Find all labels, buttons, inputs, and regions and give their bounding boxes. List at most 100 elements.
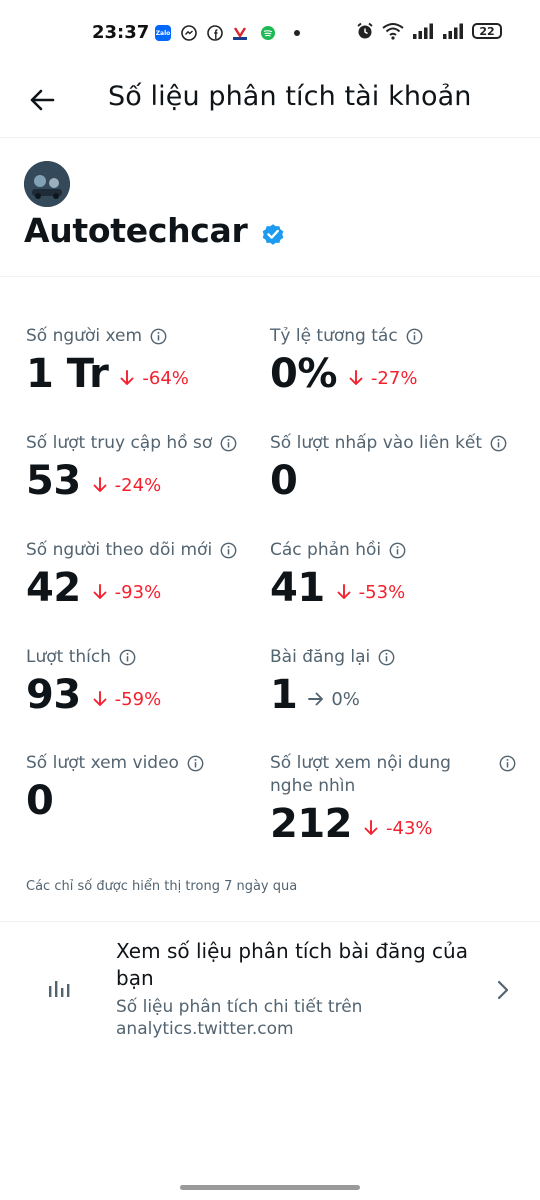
metric-value: 93	[26, 672, 81, 718]
verified-badge-icon	[262, 224, 284, 245]
arrow-down-icon	[93, 584, 107, 599]
metric-change: -59%	[91, 688, 162, 710]
metric-change: -93%	[91, 581, 162, 603]
info-icon[interactable]	[187, 755, 204, 772]
metric-label: Số người theo dõi mới	[26, 539, 266, 562]
arrow-down-icon	[93, 477, 107, 492]
arrow-right-icon	[308, 692, 324, 706]
metric-label: Số lượt truy cập hồ sơ	[26, 432, 266, 455]
metric-change-text: -43%	[386, 817, 433, 839]
arrow-down-icon	[337, 584, 351, 599]
page-header: Số liệu phân tích tài khoản	[0, 68, 540, 138]
arrow-down-icon	[364, 820, 378, 835]
info-icon[interactable]	[220, 435, 237, 452]
info-icon[interactable]	[406, 328, 423, 345]
info-icon[interactable]	[378, 649, 395, 666]
spotify-icon	[261, 26, 275, 40]
zalo-icon: Zalo	[155, 25, 171, 41]
info-icon[interactable]	[220, 542, 237, 559]
info-icon[interactable]	[490, 435, 507, 452]
chevron-right-icon	[497, 980, 509, 1000]
status-right-icons: 22	[356, 22, 502, 40]
account-name: Autotechcar	[24, 211, 248, 250]
metric-change: 0%	[307, 689, 360, 710]
arrow-down-icon	[120, 370, 134, 385]
info-icon[interactable]	[499, 755, 516, 772]
metric-value: 212	[270, 801, 353, 847]
metric-change: -27%	[347, 367, 418, 389]
metric-label-text: Số người xem	[26, 326, 143, 346]
metric-label-text: Lượt thích	[26, 647, 111, 667]
metric-label: Bài đăng lại	[270, 646, 516, 669]
avatar-image	[24, 161, 70, 207]
metric-value: 0	[26, 778, 54, 824]
info-icon[interactable]	[389, 542, 406, 559]
metric-label-text: Số lượt xem nội dung nghe nhìn	[270, 753, 451, 796]
metric-change-text: -93%	[114, 581, 162, 603]
metric-value: 42	[26, 565, 81, 611]
metric-change: -24%	[91, 475, 161, 496]
arrow-down-icon	[349, 370, 363, 385]
metric-label-text: Số lượt nhấp vào liên kết	[270, 433, 483, 453]
metric-value-row: 0	[26, 777, 266, 825]
metric-card: Bài đăng lại 1 0%	[270, 646, 516, 719]
metric-card: Số lượt xem video 0	[26, 752, 266, 825]
facebook-icon	[207, 25, 223, 41]
home-indicator[interactable]	[180, 1185, 360, 1190]
metric-card: Số người xem 1 Tr -64%	[26, 325, 266, 398]
metric-label: Các phản hồi	[270, 539, 516, 562]
page-title: Số liệu phân tích tài khoản	[108, 81, 472, 112]
metric-value: 0	[270, 458, 298, 504]
signal-icon	[413, 23, 433, 39]
metric-value-row: 53 -24%	[26, 457, 266, 505]
metric-card: Các phản hồi 41 -53%	[270, 539, 516, 612]
vieon-icon	[233, 27, 247, 40]
signal-icon	[443, 23, 463, 39]
back-arrow-icon	[30, 89, 55, 111]
metric-card: Số người theo dõi mới 42 -93%	[26, 539, 266, 612]
metric-label: Lượt thích	[26, 646, 266, 669]
metric-label-text: Số người theo dõi mới	[26, 540, 213, 560]
post-analytics-subtitle: Số liệu phân tích chi tiết trên analytic…	[116, 997, 363, 1039]
status-time: 23:37	[92, 22, 150, 43]
metric-value-row: 0% -27%	[270, 350, 516, 398]
metric-label-text: Tỷ lệ tương tác	[270, 326, 398, 346]
metric-value-row: 42 -93%	[26, 564, 266, 612]
metric-value-row: 1 Tr -64%	[26, 350, 266, 398]
metric-label: Số lượt xem video	[26, 752, 266, 775]
alarm-icon	[357, 22, 373, 39]
metric-label-text: Số lượt xem video	[26, 753, 179, 773]
metric-label-text: Các phản hồi	[270, 540, 382, 560]
wifi-icon	[382, 23, 404, 40]
info-icon[interactable]	[150, 328, 167, 345]
metric-card: Số lượt truy cập hồ sơ 53 -24%	[26, 432, 266, 505]
metric-change-text: -64%	[142, 367, 189, 389]
arrow-down-icon	[93, 691, 107, 706]
status-bar: 23:37 Zalo 22	[0, 0, 540, 68]
profile-section: Autotechcar	[0, 139, 540, 277]
metric-change-text: 0%	[331, 688, 360, 710]
metric-change-text: -53%	[358, 581, 406, 603]
metric-change: -43%	[362, 818, 433, 839]
metric-value: 1	[270, 672, 298, 718]
metric-change-text: -27%	[370, 367, 418, 389]
avatar[interactable]	[24, 161, 70, 207]
metric-label-text: Số lượt truy cập hồ sơ	[26, 433, 213, 453]
info-icon[interactable]	[119, 649, 136, 666]
messenger-icon	[181, 25, 197, 41]
metric-label: Số lượt xem nội dung nghe nhìn	[270, 752, 516, 798]
metric-value-row: 93 -59%	[26, 671, 266, 719]
metric-value: 53	[26, 458, 81, 504]
metric-label: Tỷ lệ tương tác	[270, 325, 516, 348]
back-button[interactable]	[24, 82, 60, 118]
metric-value: 41	[270, 565, 325, 611]
metric-card: Tỷ lệ tương tác 0% -27%	[270, 325, 516, 398]
battery-icon: 22	[472, 23, 502, 39]
footnote: Các chỉ số được hiển thị trong 7 ngày qu…	[26, 879, 298, 894]
metric-label: Số người xem	[26, 325, 266, 348]
metric-card: Số lượt nhấp vào liên kết 0	[270, 432, 516, 505]
metric-value: 1 Tr	[26, 351, 109, 397]
metric-change-text: -59%	[114, 688, 162, 710]
post-analytics-link[interactable]: Xem số liệu phân tích bài đăng của bạn S…	[0, 922, 540, 1052]
metric-change: -64%	[118, 368, 189, 389]
